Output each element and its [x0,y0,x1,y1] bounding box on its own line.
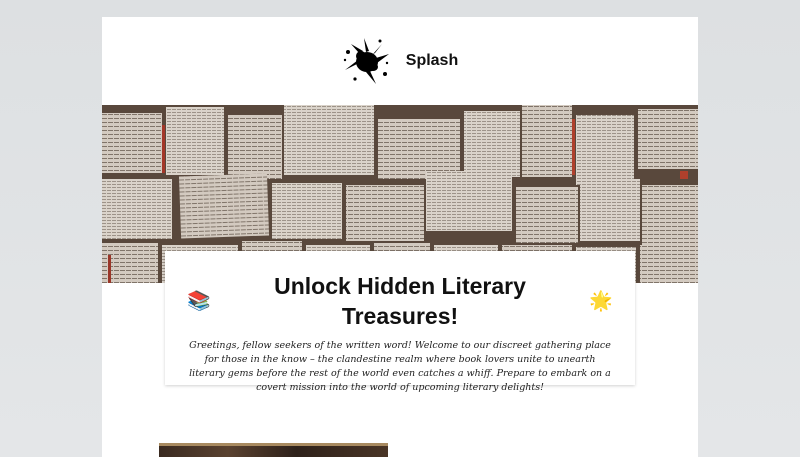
intro-body: Greetings, fellow seekers of the written… [189,340,611,393]
intro-title: 📚 Unlock Hidden Literary Treasures! 🌟 [187,271,613,331]
image-edge [159,443,388,446]
ink-splash-icon[interactable] [342,36,392,86]
books-icon: 📚 [187,290,211,312]
intro-title-text: Unlock Hidden Literary Treasures! [274,273,526,329]
next-section-image [159,443,388,457]
intro-card: 📚 Unlock Hidden Literary Treasures! 🌟 Gr… [165,251,635,393]
site-header: Splash [102,17,698,105]
brand-name[interactable]: Splash [406,52,458,70]
page-card: Splash 📚 Unlock Hidden Literary Treasure… [102,17,698,457]
star-icon: 🌟 [589,290,613,312]
